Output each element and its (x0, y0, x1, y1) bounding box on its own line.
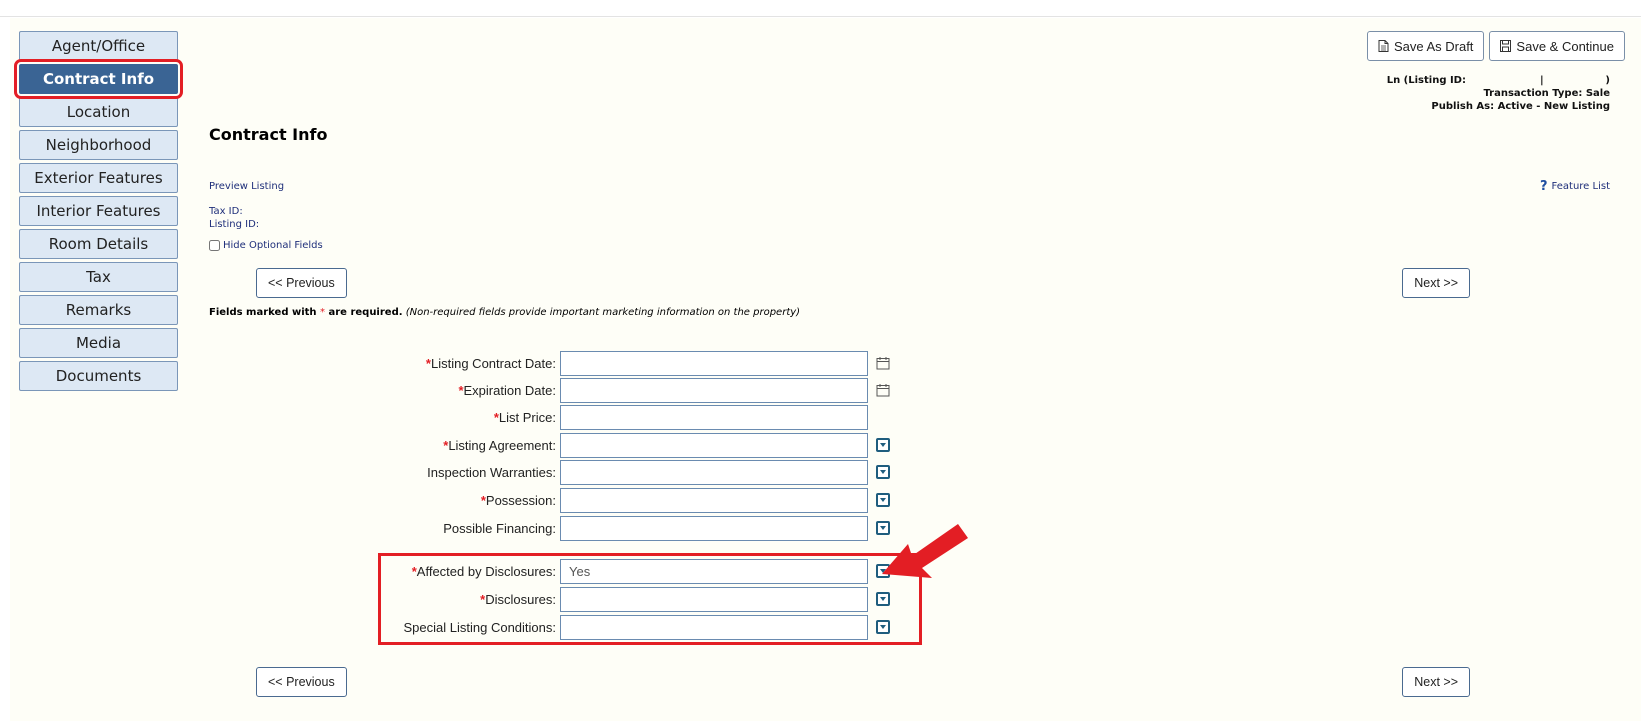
inspection-warranties-input[interactable] (560, 459, 868, 485)
sidebar-item-room-details[interactable]: Room Details (19, 229, 178, 259)
listing-ln-label: Ln (Listing ID: (1386, 75, 1466, 86)
dropdown-arrow-icon[interactable] (876, 465, 890, 479)
required-fields-note: Fields marked with * are required. (Non-… (209, 307, 800, 318)
possession-label: *Possession: (300, 493, 560, 508)
listing-id-separator: | (1540, 75, 1544, 86)
calendar-icon[interactable] (876, 383, 890, 397)
sidebar-item-tax[interactable]: Tax (19, 262, 178, 292)
field-label-text: Possession: (485, 492, 556, 508)
sidebar-item-interior-features[interactable]: Interior Features (19, 196, 178, 226)
next-button-top[interactable]: Next >> (1402, 268, 1470, 298)
hide-optional-fields[interactable]: Hide Optional Fields (209, 240, 323, 251)
hide-optional-label: Hide Optional Fields (223, 240, 323, 251)
expiration-date-label: *Expiration Date: (300, 383, 560, 398)
listing-id-blank: | ) (1470, 74, 1610, 87)
possible-financing-label: Possible Financing: (300, 521, 560, 536)
field-label-text: Listing Contract Date: (430, 355, 556, 371)
sidebar-item-remarks[interactable]: Remarks (19, 295, 178, 325)
list-price-input[interactable] (560, 404, 868, 430)
field-label-text: Expiration Date: (463, 382, 557, 398)
dropdown-wrap (876, 465, 890, 479)
tax-id-label: Tax ID: (209, 206, 243, 217)
publish-as: Publish As: Active - New Listing (1431, 101, 1610, 112)
dropdown-arrow-icon[interactable] (876, 493, 890, 507)
required-note-b: are required. (325, 307, 403, 318)
sidebar-item-agent-office[interactable]: Agent/Office (19, 31, 178, 61)
possible-financing-input[interactable] (560, 515, 868, 541)
field-label-text: List Price: (498, 409, 556, 425)
feature-list-label: Feature List (1551, 181, 1610, 192)
listing-contract-date-label: *Listing Contract Date: (300, 356, 560, 371)
field-label-text: Possible Financing: (443, 520, 556, 536)
inspection-warranties-label: Inspection Warranties: (300, 465, 560, 480)
page-title: Contract Info (209, 125, 328, 144)
list-price-label: *List Price: (300, 410, 560, 425)
top-toolbar: Save As Draft Save & Continue (1366, 31, 1625, 61)
next-button-bottom[interactable]: Next >> (1402, 667, 1470, 697)
feature-list-link[interactable]: ? Feature List (1540, 179, 1610, 194)
listing-contract-date-input[interactable] (560, 350, 868, 376)
listing-agreement-label: *Listing Agreement: (300, 438, 560, 453)
dropdown-wrap (876, 493, 890, 507)
transaction-type: Transaction Type: Sale (1483, 88, 1610, 99)
document-icon (1378, 40, 1389, 52)
required-note-a: Fields marked with (209, 307, 321, 318)
expiration-date-row: *Expiration Date: (300, 377, 900, 403)
sidebar-item-location[interactable]: Location (19, 97, 178, 127)
sidebar-item-contract-info[interactable]: Contract Info (14, 59, 183, 99)
save-as-draft-button[interactable]: Save As Draft (1366, 31, 1485, 61)
tax-info: Tax ID: Listing ID: (209, 205, 259, 231)
sidebar-nav: Agent/Office Contract Info Location Neig… (14, 31, 183, 394)
possible-financing-row: Possible Financing: (300, 515, 900, 541)
hide-optional-checkbox[interactable] (209, 240, 220, 251)
sidebar-item-documents[interactable]: Documents (19, 361, 178, 391)
dropdown-arrow-icon[interactable] (876, 438, 890, 452)
pointer-arrow-icon (882, 524, 968, 578)
save-as-draft-label: Save As Draft (1393, 38, 1474, 54)
field-label-text: Inspection Warranties: (427, 464, 556, 480)
save-and-continue-label: Save & Continue (1516, 38, 1614, 54)
required-note-italic: (Non-required fields provide important m… (405, 307, 801, 318)
expiration-date-input[interactable] (560, 377, 868, 403)
question-icon: ? (1540, 179, 1548, 194)
previous-button-top[interactable]: << Previous (256, 268, 347, 298)
sidebar-item-neighborhood[interactable]: Neighborhood (19, 130, 178, 160)
calendar-icon[interactable] (876, 356, 890, 370)
previous-button-bottom[interactable]: << Previous (256, 667, 347, 697)
listing-contract-date-row: *Listing Contract Date: (300, 350, 900, 376)
listing-agreement-input[interactable] (560, 432, 868, 458)
field-label-text: Listing Agreement: (448, 437, 556, 453)
preview-listing-link[interactable]: Preview Listing (209, 181, 284, 192)
possession-input[interactable] (560, 487, 868, 513)
sidebar-item-exterior-features[interactable]: Exterior Features (19, 163, 178, 193)
sidebar-item-media[interactable]: Media (19, 328, 178, 358)
listing-agreement-row: *Listing Agreement: (300, 432, 900, 458)
top-divider (0, 16, 1641, 17)
inspection-warranties-row: Inspection Warranties: (300, 459, 900, 485)
listing-info: Ln (Listing ID: | ) Transaction Type: Sa… (1387, 74, 1610, 113)
save-and-continue-button[interactable]: Save & Continue (1489, 31, 1625, 61)
disclosures-highlight (378, 553, 922, 645)
possession-row: *Possession: (300, 487, 900, 513)
listing-id-close: ) (1605, 75, 1610, 86)
save-icon (1500, 40, 1512, 52)
dropdown-wrap (876, 438, 890, 452)
list-price-row: *List Price: (300, 404, 900, 430)
listing-id-label: Listing ID: (209, 219, 260, 230)
